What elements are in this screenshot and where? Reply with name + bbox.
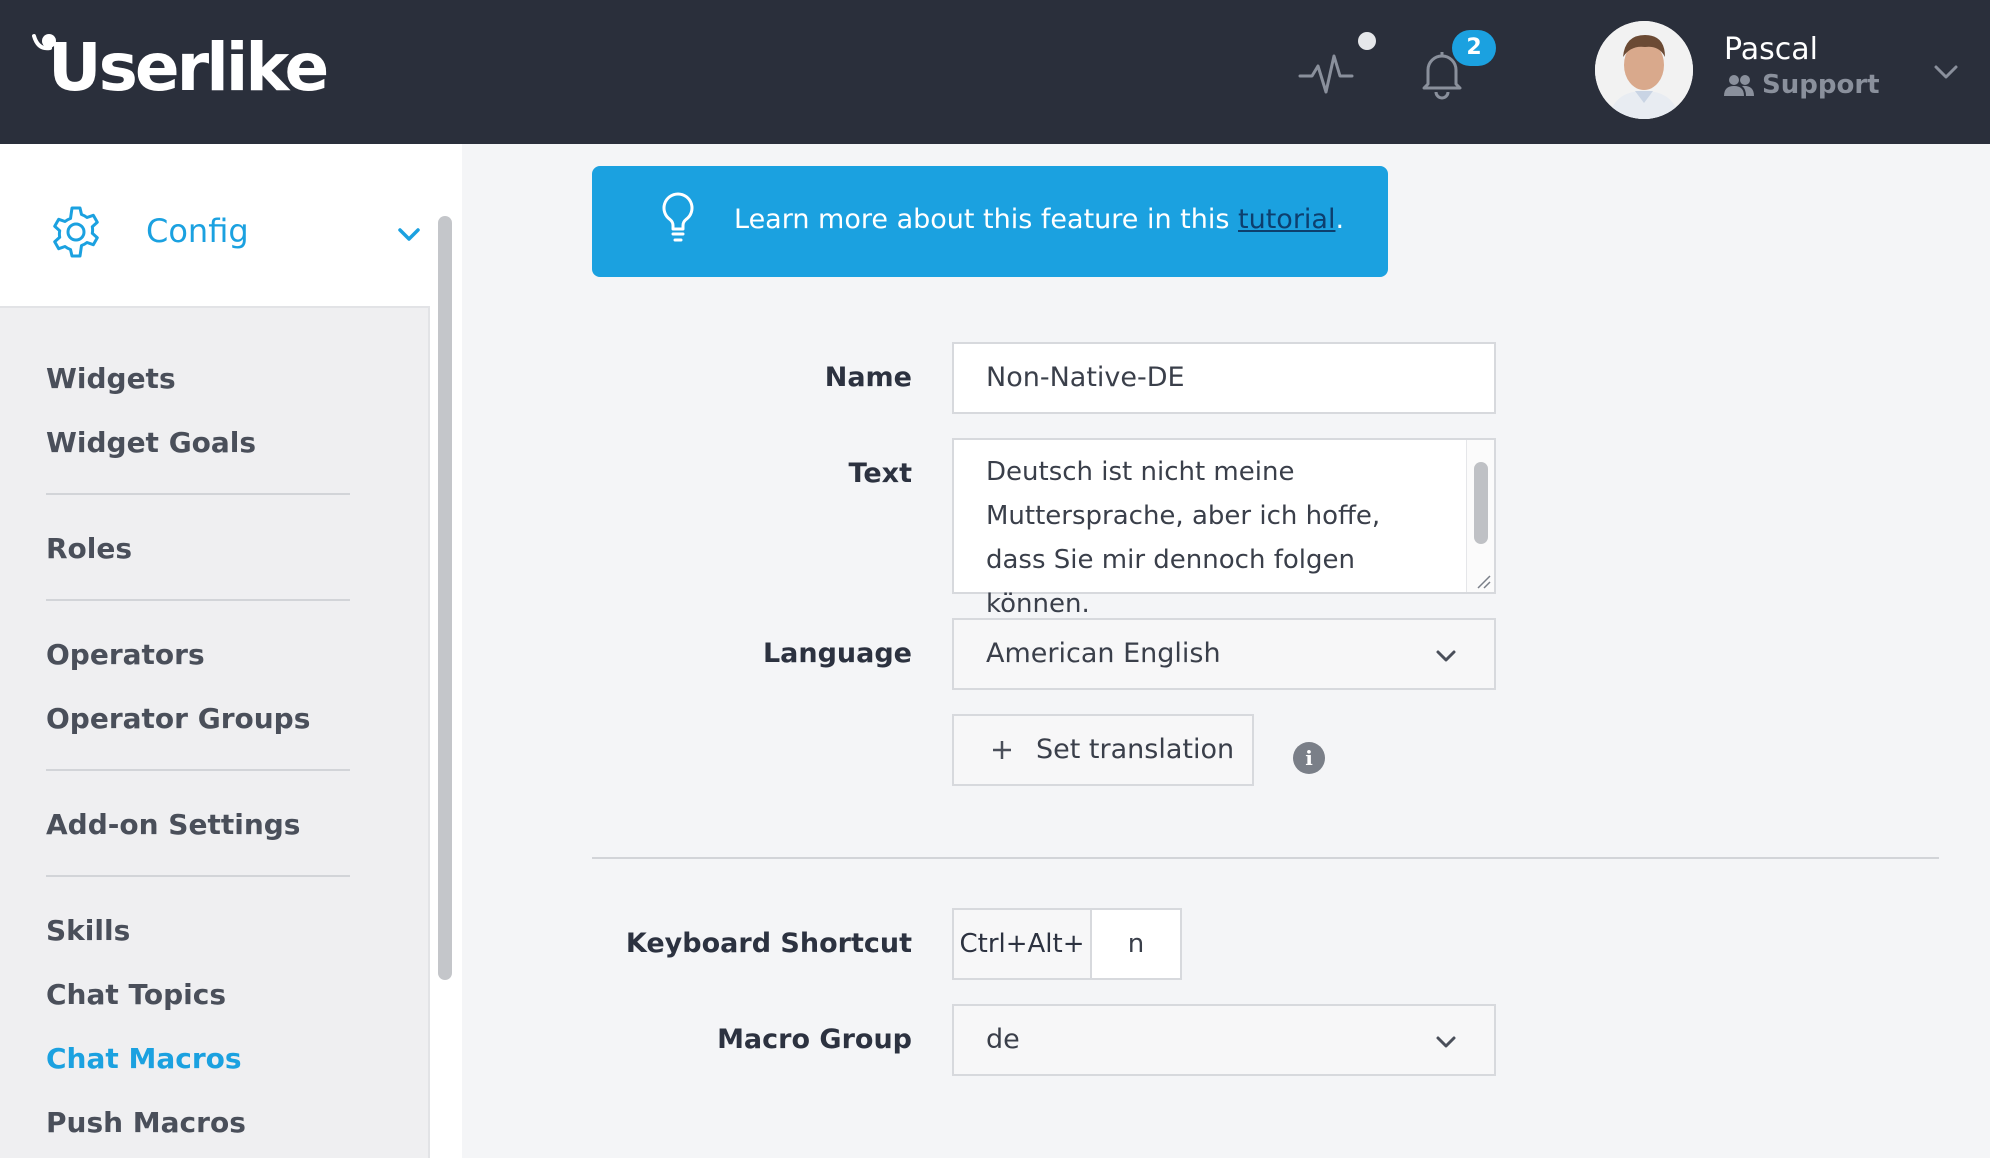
notification-badge: 2 <box>1452 30 1496 66</box>
sidebar-item-operators[interactable]: Operators <box>46 638 205 671</box>
sidebar-item-widgets[interactable]: Widgets <box>46 362 176 395</box>
macro-group-select-value: de <box>986 1024 1020 1055</box>
sidebar-item-skills[interactable]: Skills <box>46 914 130 947</box>
macro-group-select[interactable]: de <box>952 1004 1496 1076</box>
logo-dot-icon <box>32 34 56 51</box>
banner-text-suffix: . <box>1335 204 1345 235</box>
gear-icon <box>53 206 99 258</box>
text-label: Text <box>848 458 912 489</box>
user-role-label: Support <box>1762 70 1880 100</box>
resize-grip-icon[interactable] <box>1472 570 1492 590</box>
sidebar-item-chat-topics[interactable]: Chat Topics <box>46 978 226 1011</box>
sidebar-item-operator-groups[interactable]: Operator Groups <box>46 702 310 735</box>
activity-status-dot <box>1358 32 1376 50</box>
keyboard-shortcut-label: Keyboard Shortcut <box>625 928 912 959</box>
chevron-down-icon <box>1436 1036 1456 1048</box>
logo-text: Userlike <box>48 29 329 106</box>
language-select[interactable]: American English <box>952 618 1496 690</box>
user-name: Pascal <box>1724 32 1818 67</box>
nav-divider <box>46 875 350 877</box>
shortcut-key-input[interactable]: n <box>1092 910 1180 978</box>
text-textarea-value: Deutsch ist nicht meine Muttersprache, a… <box>986 457 1381 619</box>
text-textarea[interactable]: Deutsch ist nicht meine Muttersprache, a… <box>952 438 1496 619</box>
tutorial-banner: Learn more about this feature in this tu… <box>592 166 1388 277</box>
users-icon <box>1724 75 1754 96</box>
sidebar-item-widget-goals[interactable]: Widget Goals <box>46 426 256 459</box>
chevron-down-icon <box>398 228 420 241</box>
name-input[interactable]: Non-Native-DE <box>952 342 1496 414</box>
language-select-value: American English <box>986 638 1221 669</box>
banner-text: Learn more about this feature in this tu… <box>734 204 1344 235</box>
sidebar: Config Widgets Widget Goals Roles Operat… <box>0 144 430 1158</box>
set-translation-button[interactable]: Set translation <box>952 714 1254 786</box>
nav-divider <box>46 769 350 771</box>
sidebar-item-roles[interactable]: Roles <box>46 532 132 565</box>
config-section-header[interactable]: Config <box>0 144 430 308</box>
banner-text-prefix: Learn more about this feature in this <box>734 204 1239 235</box>
language-label: Language <box>762 638 912 669</box>
tutorial-link[interactable]: tutorial <box>1238 204 1335 235</box>
shortcut-prefix: Ctrl+Alt+ <box>954 910 1092 978</box>
name-input-value: Non-Native-DE <box>986 362 1185 393</box>
name-label: Name <box>824 362 912 393</box>
lightbulb-icon <box>662 192 694 242</box>
chevron-down-icon[interactable] <box>1932 58 1960 86</box>
sidebar-scrollbar[interactable] <box>438 216 452 980</box>
sidebar-item-add-on-settings[interactable]: Add-on Settings <box>46 808 300 841</box>
set-translation-label: Set translation <box>1036 734 1235 765</box>
nav-divider <box>46 599 350 601</box>
keyboard-shortcut-field: Ctrl+Alt+ n <box>952 908 1182 980</box>
textarea-scroll-thumb[interactable] <box>1474 462 1488 544</box>
activity-icon[interactable] <box>1298 46 1354 98</box>
section-divider <box>592 857 1939 859</box>
top-bar: Userlike 2 Pascal Support <box>0 0 1990 144</box>
userlike-logo[interactable]: Userlike <box>30 22 329 106</box>
info-icon[interactable]: i <box>1293 742 1325 774</box>
avatar[interactable] <box>1595 21 1693 119</box>
user-role: Support <box>1724 70 1880 100</box>
config-label: Config <box>146 212 249 250</box>
nav-divider <box>46 493 350 495</box>
plus-icon <box>993 741 1011 759</box>
sidebar-item-push-macros[interactable]: Push Macros <box>46 1106 246 1139</box>
avatar-image <box>1595 21 1693 119</box>
chevron-down-icon <box>1436 650 1456 662</box>
macro-group-label: Macro Group <box>717 1024 912 1055</box>
sidebar-item-chat-macros[interactable]: Chat Macros <box>46 1042 242 1075</box>
